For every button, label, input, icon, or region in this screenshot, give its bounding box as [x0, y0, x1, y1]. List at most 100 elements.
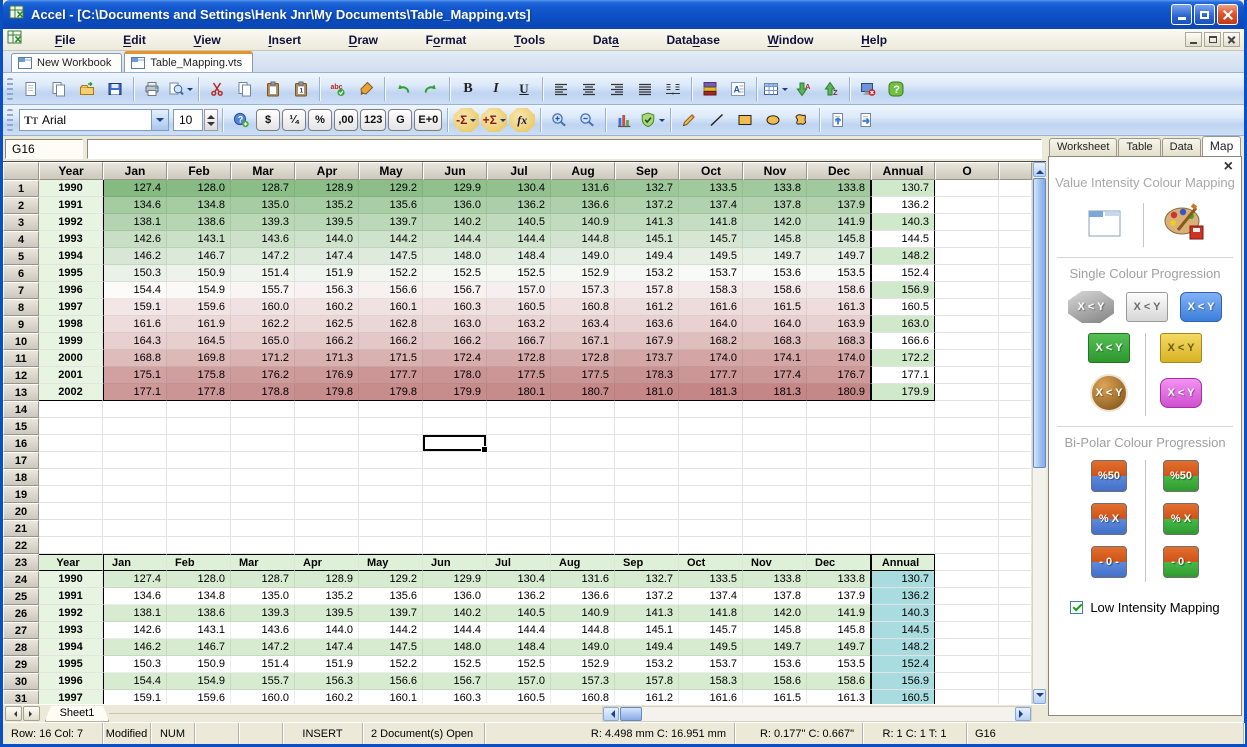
- cell[interactable]: 145.8: [743, 622, 807, 639]
- subtract-sum-button[interactable]: -Σ: [453, 108, 479, 132]
- cell[interactable]: [167, 520, 231, 537]
- cell[interactable]: 143.1: [167, 622, 231, 639]
- cell[interactable]: 173.7: [615, 350, 679, 367]
- formula-input[interactable]: [87, 139, 1042, 159]
- cell[interactable]: 153.6: [743, 656, 807, 673]
- scientific-format-button[interactable]: E+0: [414, 109, 442, 131]
- cell[interactable]: [551, 469, 615, 486]
- cell[interactable]: [935, 418, 999, 435]
- bipolar-0-green-button[interactable]: - 0 -: [1163, 546, 1199, 578]
- cell[interactable]: 152.4: [871, 656, 935, 673]
- cell[interactable]: 175.1: [103, 367, 167, 384]
- cell[interactable]: [231, 452, 295, 469]
- cell[interactable]: [935, 452, 999, 469]
- cell[interactable]: Dec: [807, 554, 871, 571]
- cell[interactable]: [935, 333, 999, 350]
- cell[interactable]: [231, 486, 295, 503]
- cell[interactable]: [935, 605, 999, 622]
- cell[interactable]: 144.5: [871, 231, 935, 248]
- toolbar-grip[interactable]: [7, 78, 13, 100]
- cell[interactable]: Sep: [615, 554, 679, 571]
- function-button[interactable]: fx: [509, 108, 535, 132]
- cell[interactable]: 136.2: [487, 588, 551, 605]
- vertical-scroll-track[interactable]: [1033, 177, 1046, 689]
- cell[interactable]: [999, 401, 1032, 418]
- cell[interactable]: [103, 452, 167, 469]
- cell[interactable]: [231, 418, 295, 435]
- cell[interactable]: 150.9: [167, 265, 231, 282]
- cut-button[interactable]: [204, 76, 230, 102]
- cell[interactable]: 1992: [39, 605, 103, 622]
- cell[interactable]: [423, 469, 487, 486]
- add-sum-button[interactable]: +Σ: [481, 108, 507, 132]
- cell[interactable]: Oct: [679, 554, 743, 571]
- cell[interactable]: [615, 469, 679, 486]
- cell[interactable]: 156.6: [359, 673, 423, 690]
- cell[interactable]: 143.6: [231, 622, 295, 639]
- cell[interactable]: 136.2: [871, 588, 935, 605]
- cell[interactable]: 163.0: [871, 316, 935, 333]
- cell[interactable]: 135.0: [231, 197, 295, 214]
- cell[interactable]: [679, 469, 743, 486]
- cell[interactable]: 134.6: [103, 588, 167, 605]
- cell[interactable]: [807, 401, 871, 418]
- subtract-sum-button-dropdown-icon[interactable]: [470, 119, 476, 125]
- cell[interactable]: 164.5: [167, 333, 231, 350]
- cell[interactable]: 163.2: [487, 316, 551, 333]
- cell[interactable]: 137.8: [743, 588, 807, 605]
- print-button[interactable]: [139, 76, 165, 102]
- cell[interactable]: [423, 486, 487, 503]
- cell[interactable]: [167, 486, 231, 503]
- row-header-30[interactable]: 30: [3, 673, 39, 690]
- cell[interactable]: 149.0: [551, 639, 615, 656]
- cell[interactable]: Mar: [231, 554, 295, 571]
- cell[interactable]: 132.7: [615, 180, 679, 197]
- cell[interactable]: 148.4: [487, 248, 551, 265]
- bipolar-x-green-button[interactable]: % X: [1163, 503, 1199, 535]
- cell[interactable]: 161.9: [167, 316, 231, 333]
- cell[interactable]: 156.7: [423, 282, 487, 299]
- cell[interactable]: 177.1: [103, 384, 167, 401]
- cell[interactable]: [359, 537, 423, 554]
- map-blue-button[interactable]: X < Y: [1180, 292, 1222, 322]
- cell[interactable]: 128.7: [231, 571, 295, 588]
- cell[interactable]: 139.5: [295, 605, 359, 622]
- spell-check-button[interactable]: abc: [325, 76, 351, 102]
- cell[interactable]: 176.2: [231, 367, 295, 384]
- column-header-Jul[interactable]: Jul: [487, 162, 551, 180]
- cell[interactable]: 156.9: [871, 282, 935, 299]
- row-header-15[interactable]: 15: [3, 418, 39, 435]
- toolbar-grip[interactable]: [7, 109, 13, 131]
- cell[interactable]: [935, 537, 999, 554]
- cell[interactable]: Year: [39, 554, 103, 571]
- cell[interactable]: 133.8: [807, 571, 871, 588]
- print-preview-button[interactable]: [167, 76, 193, 102]
- cell[interactable]: 177.7: [679, 367, 743, 384]
- row-header-29[interactable]: 29: [3, 656, 39, 673]
- cell[interactable]: 144.2: [359, 622, 423, 639]
- cell[interactable]: 152.5: [423, 265, 487, 282]
- cell[interactable]: [39, 401, 103, 418]
- cell[interactable]: 172.8: [551, 350, 615, 367]
- format-font-button[interactable]: A: [725, 76, 751, 102]
- cell[interactable]: 144.2: [359, 231, 423, 248]
- cell[interactable]: [295, 503, 359, 520]
- cell[interactable]: [935, 503, 999, 520]
- menu-draw[interactable]: Draw: [339, 31, 388, 49]
- duplicate-document-button[interactable]: [46, 76, 72, 102]
- cell[interactable]: 147.5: [359, 639, 423, 656]
- cell[interactable]: [807, 469, 871, 486]
- cell[interactable]: 144.8: [551, 231, 615, 248]
- cell[interactable]: 177.5: [487, 367, 551, 384]
- cell[interactable]: [423, 520, 487, 537]
- cell[interactable]: 171.5: [359, 350, 423, 367]
- column-header-Jan[interactable]: Jan: [103, 162, 167, 180]
- cell[interactable]: 135.6: [359, 588, 423, 605]
- cell[interactable]: [743, 537, 807, 554]
- row-header-19[interactable]: 19: [3, 486, 39, 503]
- cell[interactable]: 150.9: [167, 656, 231, 673]
- cell[interactable]: 166.6: [871, 333, 935, 350]
- cell[interactable]: [999, 384, 1032, 401]
- cell[interactable]: 156.9: [871, 673, 935, 690]
- cell[interactable]: 136.2: [487, 197, 551, 214]
